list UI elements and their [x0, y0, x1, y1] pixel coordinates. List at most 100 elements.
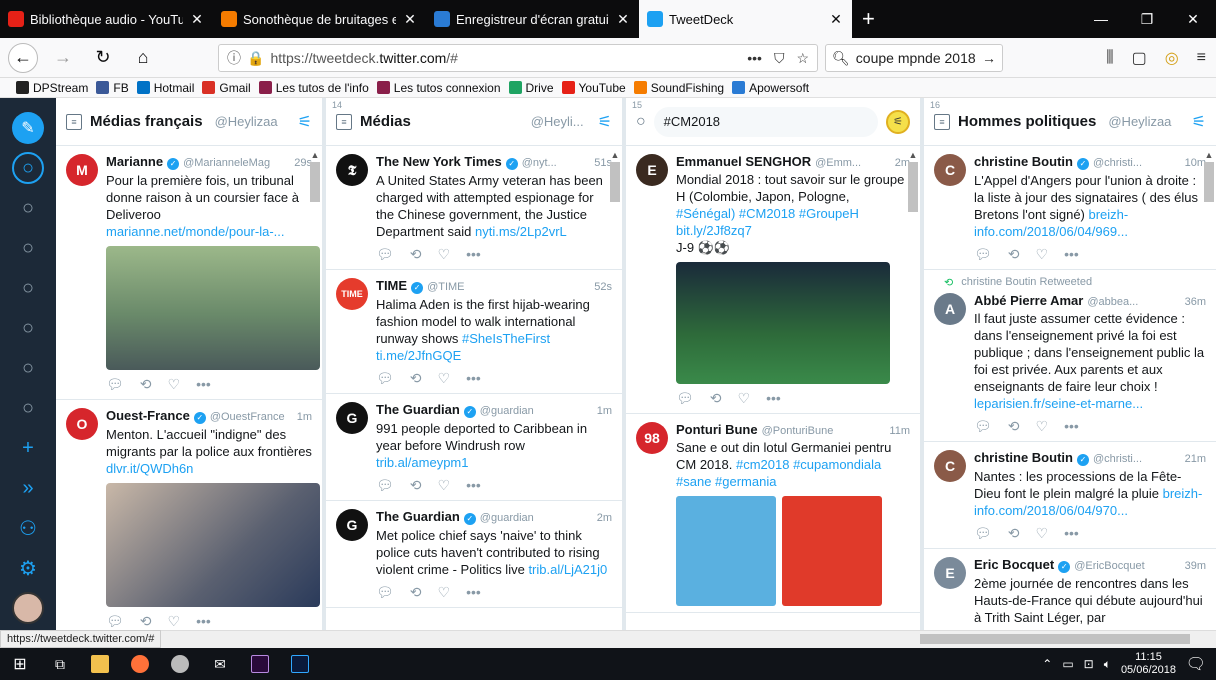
tweet-time[interactable]: 10m: [1185, 157, 1206, 169]
add-column-icon[interactable]: +: [12, 432, 44, 464]
avatar[interactable]: A: [934, 293, 966, 325]
author-name[interactable]: Marianne: [106, 154, 163, 169]
like-icon[interactable]: ♡: [168, 376, 181, 393]
compose-tweet-icon[interactable]: ✎: [12, 112, 44, 144]
library-icon[interactable]: ⫼: [1106, 49, 1113, 67]
author-name[interactable]: christine Boutin: [974, 154, 1073, 169]
tweet-time[interactable]: 39m: [1185, 560, 1206, 572]
tweet-image[interactable]: [106, 483, 320, 607]
more-icon[interactable]: •••: [466, 370, 481, 387]
avatar[interactable]: G: [336, 509, 368, 541]
more-icon[interactable]: •••: [196, 376, 211, 393]
author-name[interactable]: christine Boutin: [974, 450, 1073, 465]
tweet-image[interactable]: [106, 246, 320, 370]
column-header[interactable]: 15 ○ #CM2018 ⚟: [626, 98, 920, 146]
scrollbar[interactable]: ▲: [310, 150, 320, 620]
author-name[interactable]: Emmanuel SENGHOR: [676, 154, 811, 169]
retweet-icon[interactable]: ⟲: [140, 613, 152, 630]
like-icon[interactable]: ♡: [168, 613, 181, 630]
file-explorer-button[interactable]: [80, 648, 120, 680]
tweet-link[interactable]: marianne.net/monde/pour-la-...: [106, 224, 284, 239]
start-button[interactable]: ⊞: [0, 648, 40, 680]
reply-icon[interactable]: 💬︎: [974, 246, 992, 263]
more-icon[interactable]: •••: [466, 477, 481, 494]
search-icon[interactable]: ○: [12, 152, 44, 184]
minimize-button[interactable]: —: [1078, 11, 1124, 27]
author-name[interactable]: Eric Bocquet: [974, 557, 1054, 572]
bookmark-fb[interactable]: FB: [96, 81, 129, 95]
close-icon[interactable]: ✕: [615, 11, 631, 28]
author-handle[interactable]: @PonturiBune: [762, 425, 834, 437]
bookmark-drive[interactable]: Drive: [508, 81, 554, 95]
more-icon[interactable]: •••: [1064, 418, 1079, 435]
bookmark-soundfishing[interactable]: SoundFishing: [633, 81, 724, 95]
like-icon[interactable]: ♡: [438, 246, 451, 263]
avatar[interactable]: C: [934, 450, 966, 482]
scrollbar[interactable]: ▲: [610, 150, 620, 620]
home-button[interactable]: ⌂: [128, 43, 158, 73]
like-icon[interactable]: ♡: [1036, 418, 1049, 435]
tweet-image[interactable]: [782, 496, 882, 606]
close-icon[interactable]: ✕: [189, 11, 205, 28]
volume-icon[interactable]: 🔈︎: [1104, 657, 1111, 672]
forward-button[interactable]: →: [48, 43, 78, 73]
tweet[interactable]: TIME TIME ✓ @TIME 52s Halima Aden is the fi…: [326, 270, 622, 394]
like-icon[interactable]: ♡: [438, 477, 451, 494]
author-name[interactable]: TIME: [376, 278, 407, 293]
retweet-icon[interactable]: ⟲: [1008, 246, 1020, 263]
author-handle[interactable]: @christi...: [1093, 157, 1142, 169]
more-icon[interactable]: •••: [466, 246, 481, 263]
more-icon[interactable]: •••: [1064, 525, 1079, 542]
author-handle[interactable]: @Emm...: [815, 157, 861, 169]
close-icon[interactable]: ✕: [828, 11, 844, 28]
tweet-link[interactable]: #Sénégal) #CM2018 #GroupeH bit.ly/2Jf8zq…: [676, 206, 859, 238]
retweet-icon[interactable]: ⟲: [410, 584, 422, 601]
tweet[interactable]: G The Guardian ✓ @guardian 2m Met police ch…: [326, 501, 622, 608]
tweet-time[interactable]: 21m: [1185, 453, 1206, 465]
reply-icon[interactable]: 💬︎: [974, 525, 992, 542]
back-button[interactable]: ←: [8, 42, 38, 73]
like-icon[interactable]: ♡: [438, 584, 451, 601]
menu-icon[interactable]: ≡: [1197, 49, 1206, 67]
reply-icon[interactable]: 💬︎: [676, 390, 694, 407]
accounts-icon[interactable]: ⚇: [12, 512, 44, 544]
retweet-icon[interactable]: ⟲: [1008, 418, 1020, 435]
sidebar-icon[interactable]: ▢: [1132, 48, 1147, 68]
tweet[interactable]: M Marianne ✓ @MarianneleMag 29s Pour la pre…: [56, 146, 322, 400]
reply-icon[interactable]: 💬︎: [106, 613, 124, 630]
author-handle[interactable]: @nyt...: [522, 157, 557, 169]
photoshop-button[interactable]: [280, 648, 320, 680]
search-column-input[interactable]: #CM2018: [653, 106, 878, 137]
tweet-link[interactable]: nyti.ms/2Lp2vrL: [475, 224, 567, 239]
restore-button[interactable]: ❐: [1124, 11, 1170, 28]
horizontal-scrollbar[interactable]: [0, 630, 1216, 648]
retweet-icon[interactable]: ⟲: [410, 477, 422, 494]
retweet-label[interactable]: christine Boutin Retweeted: [961, 276, 1092, 289]
column-header[interactable]: ≡ Médias français @Heylizaa ⚟: [56, 98, 322, 146]
tweet-image[interactable]: [676, 496, 776, 606]
like-icon[interactable]: ♡: [738, 390, 751, 407]
tweet[interactable]: A Abbé Pierre Amar @abbea... 36m Il faut j…: [924, 289, 1216, 442]
reply-icon[interactable]: 💬︎: [376, 370, 394, 387]
column-header[interactable]: 14 ≡ Médias @Heyli... ⚟: [326, 98, 622, 146]
new-tab-button[interactable]: +: [852, 6, 885, 32]
author-name[interactable]: Abbé Pierre Amar: [974, 293, 1083, 308]
search-input[interactable]: coupe mpnde 2018: [856, 50, 976, 66]
filter-icon[interactable]: ⚟: [298, 112, 312, 132]
search-icon[interactable]: ○: [12, 192, 44, 224]
avatar[interactable]: TIME: [336, 278, 368, 310]
avatar[interactable]: E: [934, 557, 966, 589]
tweet[interactable]: E Eric Bocquet ✓ @EricBocquet 39m 2ème jour…: [924, 549, 1216, 630]
tab-tweetdeck[interactable]: TweetDeck ✕: [639, 0, 852, 38]
tweet-time[interactable]: 36m: [1185, 296, 1206, 308]
avatar[interactable]: 𝕿: [336, 154, 368, 186]
avatar[interactable]: 98: [636, 422, 668, 454]
avatar[interactable]: [12, 592, 44, 624]
retweet-icon[interactable]: ⟲: [410, 246, 422, 263]
bookmark-gmail[interactable]: Gmail: [202, 81, 251, 95]
author-handle[interactable]: @abbea...: [1087, 296, 1138, 308]
author-handle[interactable]: @MarianneleMag: [183, 157, 270, 169]
tab-youtube[interactable]: Bibliothèque audio - YouTube ✕: [0, 0, 213, 38]
reply-icon[interactable]: 💬︎: [376, 246, 394, 263]
reply-icon[interactable]: 💬︎: [974, 418, 992, 435]
